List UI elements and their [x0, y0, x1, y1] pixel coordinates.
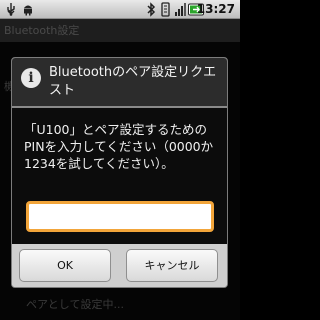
pairing-dialog: i Bluetoothのペア設定リクエスト 「U100」とペア設定するためのPI… [11, 57, 228, 288]
ok-button[interactable]: OK [19, 249, 111, 282]
dialog-body: 「U100」とペア設定するためのPINを入力してください（0000か1234を試… [12, 108, 227, 244]
dialog-buttons: OK キャンセル [12, 244, 227, 287]
status-time: 13:27 [196, 2, 235, 16]
dialog-message: 「U100」とペア設定するためのPINを入力してください（0000か1234を試… [24, 122, 214, 171]
background-item-pairing: ペアとして設定中... [26, 298, 124, 311]
cancel-button[interactable]: キャンセル [126, 249, 218, 282]
bluetooth-icon [146, 2, 156, 17]
dialog-title: Bluetoothのペア設定リクエスト [49, 65, 217, 98]
signal-icon [174, 2, 186, 17]
info-icon: i [21, 68, 41, 88]
usb-icon [5, 2, 17, 17]
pin-input[interactable] [26, 201, 214, 232]
dialog-header: i Bluetoothのペア設定リクエスト [12, 58, 227, 108]
android-icon [22, 2, 34, 17]
screen: 13:27 Bluetooth設定 機器名 ペアとして設定中... i Blue… [0, 0, 240, 320]
background-title: Bluetooth設定 [0, 19, 240, 42]
vibrate-icon [160, 2, 171, 17]
status-bar: 13:27 [0, 0, 240, 19]
